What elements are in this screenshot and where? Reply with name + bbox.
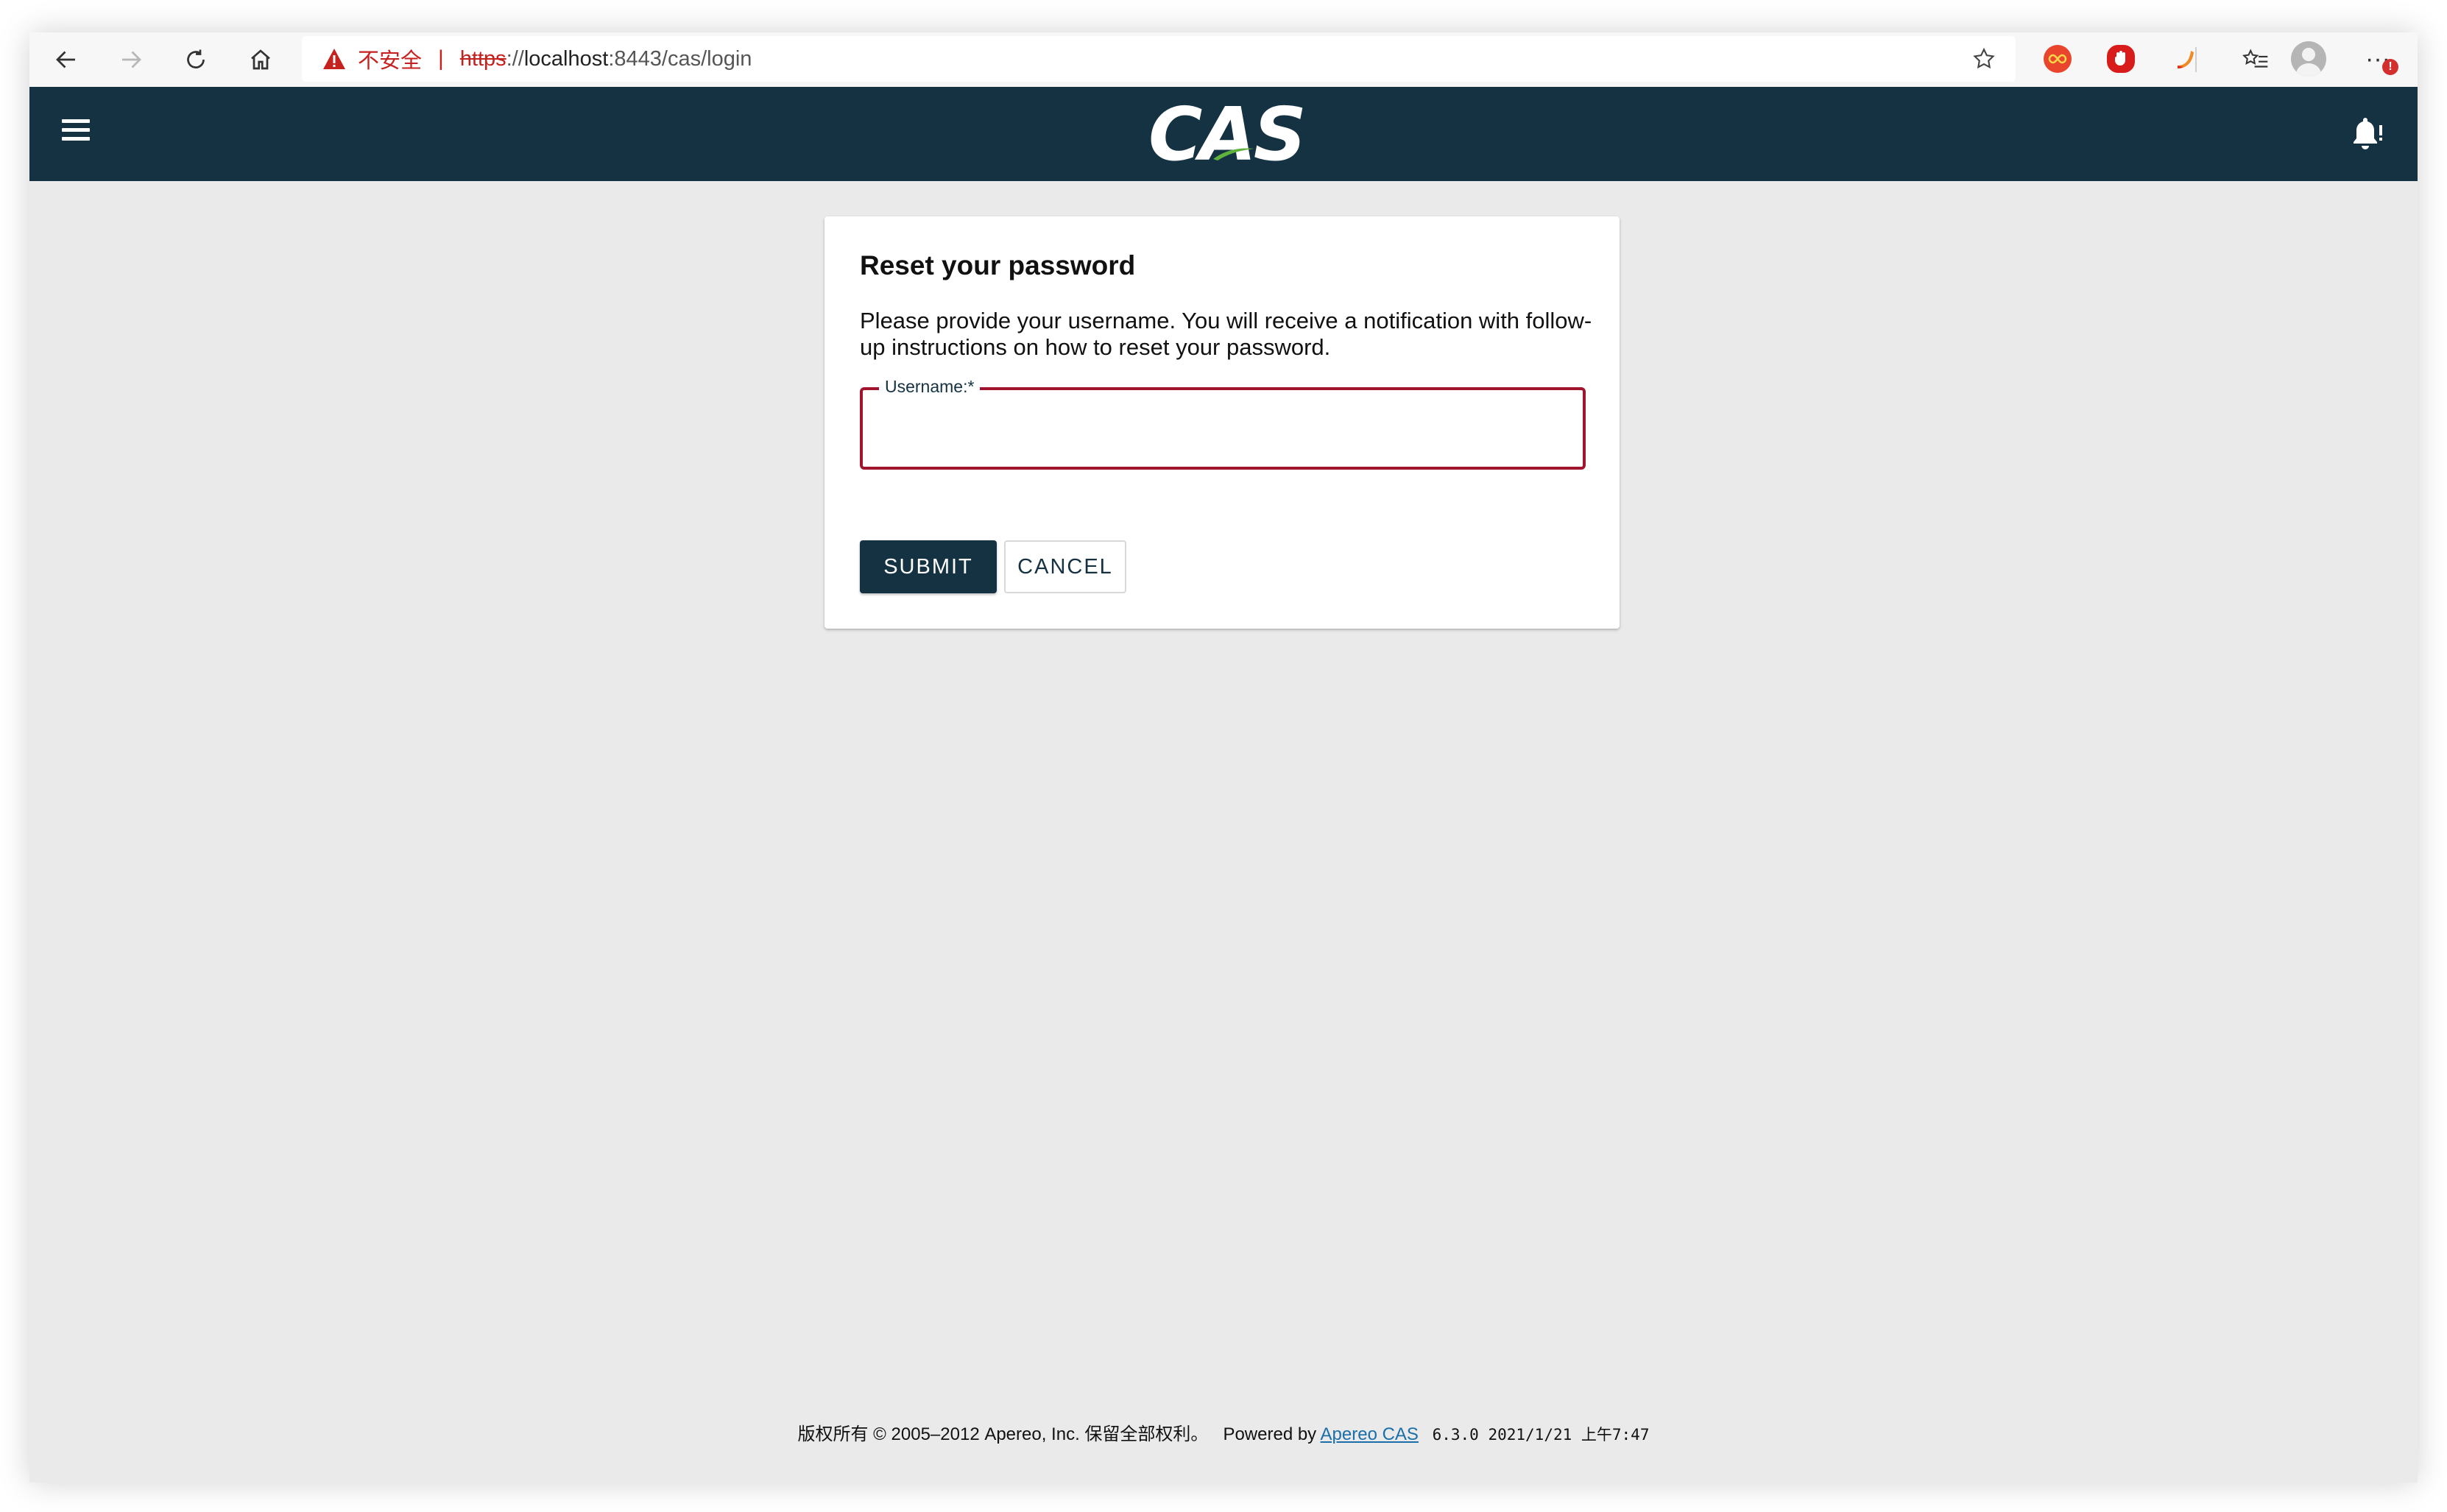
username-label: Username:* bbox=[879, 377, 981, 397]
copyright-text: 版权所有 © 2005–2012 Apereo, Inc. 保留全部权利。 bbox=[797, 1424, 1209, 1444]
bell-icon bbox=[2354, 118, 2382, 149]
profile-avatar[interactable] bbox=[2291, 41, 2326, 77]
app-header: CAS bbox=[29, 87, 2418, 181]
arrow-right-icon bbox=[122, 51, 141, 68]
submit-button[interactable]: SUBMIT bbox=[860, 540, 997, 593]
url-host: localhost bbox=[523, 46, 609, 71]
browser-toolbar: 不安全 | https://localhost:8443/cas/login ·… bbox=[29, 32, 2418, 87]
version-info: 6.3.0 2021/1/21 上午7:47 bbox=[1432, 1426, 1650, 1444]
warning-icon bbox=[322, 48, 346, 70]
username-input[interactable] bbox=[878, 409, 1569, 451]
favorites-list-icon bbox=[2242, 49, 2268, 68]
update-badge: ! bbox=[2382, 59, 2398, 75]
extension-infinity-icon[interactable] bbox=[2044, 45, 2072, 73]
notifications-button[interactable] bbox=[2347, 115, 2385, 153]
address-bar[interactable]: 不安全 | https://localhost:8443/cas/login bbox=[302, 36, 2016, 82]
back-button[interactable] bbox=[47, 40, 85, 79]
url-text[interactable]: https://localhost:8443/cas/login bbox=[460, 47, 752, 71]
star-icon bbox=[1973, 47, 1995, 69]
browser-window: 不安全 | https://localhost:8443/cas/login ·… bbox=[29, 32, 2418, 1483]
cancel-button[interactable]: CANCEL bbox=[1004, 540, 1126, 593]
forward-button[interactable] bbox=[112, 40, 150, 79]
powered-by-text: Powered by bbox=[1223, 1424, 1317, 1444]
url-path: :8443/cas/login bbox=[608, 46, 752, 71]
username-field[interactable]: Username:* bbox=[860, 377, 1586, 470]
menu-icon[interactable] bbox=[62, 119, 91, 149]
favorite-button[interactable] bbox=[1967, 42, 2001, 76]
home-icon bbox=[251, 49, 270, 70]
reset-password-card: Reset your password Please provide your … bbox=[825, 216, 1620, 629]
extension-adblock-icon[interactable] bbox=[2107, 45, 2135, 73]
instructions-text: Please provide your username. You will r… bbox=[860, 308, 1592, 360]
url-separator: :// bbox=[506, 46, 524, 71]
cas-logo: CAS bbox=[1148, 94, 1307, 175]
security-status-label[interactable]: 不安全 bbox=[358, 43, 422, 74]
reload-button[interactable] bbox=[177, 40, 215, 79]
apereo-cas-link[interactable]: Apereo CAS bbox=[1321, 1424, 1419, 1444]
page-footer: 版权所有 © 2005–2012 Apereo, Inc. 保留全部权利。 Po… bbox=[29, 1419, 2418, 1445]
logo-swoosh-icon bbox=[1213, 148, 1254, 160]
home-button[interactable] bbox=[241, 40, 280, 79]
arrow-left-icon bbox=[56, 51, 75, 68]
logo-text: CAS bbox=[1148, 91, 1307, 177]
address-separator: | bbox=[438, 46, 444, 71]
page-title: Reset your password bbox=[860, 250, 1136, 280]
more-button[interactable]: ··· ! bbox=[2356, 40, 2400, 78]
collections-button[interactable] bbox=[2236, 40, 2275, 79]
toolbar-divider bbox=[2195, 47, 2197, 72]
reload-icon bbox=[187, 49, 205, 68]
url-scheme: https bbox=[459, 46, 506, 71]
